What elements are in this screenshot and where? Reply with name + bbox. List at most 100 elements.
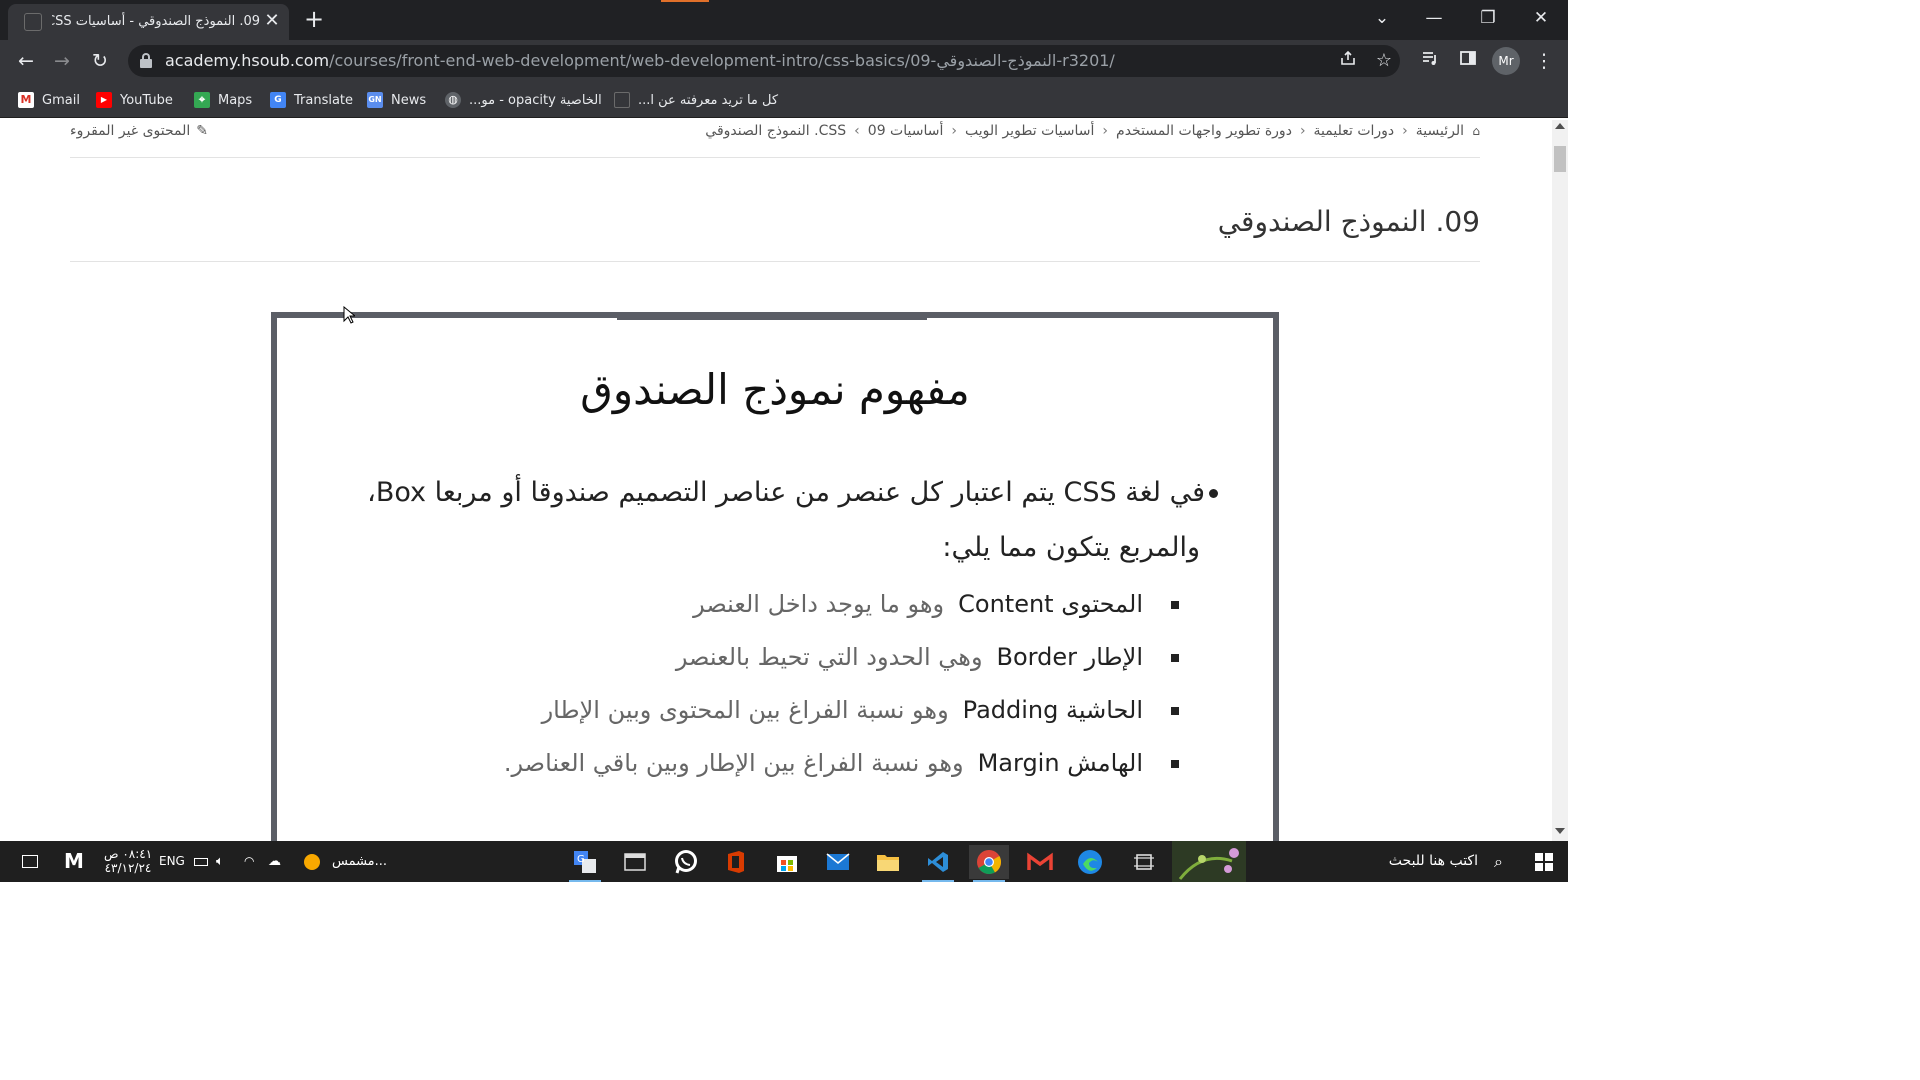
terminal-icon[interactable] xyxy=(615,845,655,879)
close-window-button[interactable]: ✕ xyxy=(1521,4,1561,32)
address-bar[interactable]: academy.hsoub.com/courses/front-end-web-… xyxy=(128,45,1400,77)
browser-toolbar: ← → ↻ academy.hsoub.com/courses/front-en… xyxy=(0,40,1568,82)
search-highlight-image[interactable] xyxy=(1172,841,1246,882)
breadcrumb-web-basics[interactable]: أساسيات تطوير الويب xyxy=(965,123,1094,139)
share-icon[interactable] xyxy=(1336,49,1360,73)
bullet-dot xyxy=(1209,489,1218,498)
tab-strip-indicator xyxy=(661,0,709,2)
forward-button[interactable]: → xyxy=(48,47,76,75)
maps-icon: ⌖ xyxy=(194,92,210,108)
battery-icon[interactable] xyxy=(194,841,208,882)
breadcrumb: ⌂ الرئيسية ‹ دورات تعليمية ‹ دورة تطوير واجها… xyxy=(660,120,1480,142)
list-item-term: الهامش Margin xyxy=(977,749,1143,777)
bookmark-youtube[interactable]: ▶ YouTube xyxy=(96,88,173,112)
bookmark-label: كل ما تريد معرفته عن ا... xyxy=(638,92,779,108)
svg-text:G: G xyxy=(577,854,585,865)
list-square-marker xyxy=(1171,654,1179,662)
bookmark-gmail[interactable]: M Gmail xyxy=(18,88,80,112)
gmail-icon: M xyxy=(18,92,34,108)
volume-icon[interactable]: 🔈︎ xyxy=(216,841,224,882)
bookmark-label: الخاصية opacity - مو... xyxy=(469,92,602,108)
youtube-icon: ▶ xyxy=(96,92,112,108)
tab-favicon-icon xyxy=(24,13,42,31)
active-tab[interactable]: 09. النموذج الصندوقي - أساسيات CSS ✕ xyxy=(8,4,289,40)
bookmark-translate[interactable]: G Translate xyxy=(270,88,353,112)
chrome-menu-icon[interactable]: ⋮ xyxy=(1530,47,1558,75)
scroll-up-arrow-icon[interactable] xyxy=(1555,123,1565,129)
mw-app-icon[interactable]: M xyxy=(64,841,84,882)
minimize-button[interactable]: — xyxy=(1414,4,1454,32)
new-tab-button[interactable]: + xyxy=(302,6,326,32)
page-icon xyxy=(614,92,630,108)
search-placeholder: اكتب هنا للبحث xyxy=(1388,853,1478,869)
file-explorer-icon[interactable] xyxy=(868,845,908,879)
magic-wand-icon: ✎ xyxy=(196,123,209,139)
store-icon[interactable] xyxy=(767,845,807,879)
home-icon: ⌂ xyxy=(1472,124,1480,138)
bookmark-opacity[interactable]: ◍ الخاصية opacity - مو... xyxy=(445,88,602,112)
office-icon[interactable] xyxy=(716,845,756,879)
bookmark-label: Translate xyxy=(294,92,354,108)
reload-button[interactable]: ↻ xyxy=(86,47,114,75)
weather-label[interactable]: مشمس... xyxy=(332,841,387,882)
list-item: الحاشية Padding وهو نسبة الفراغ بين المحت… xyxy=(542,692,1143,728)
breadcrumb-home[interactable]: الرئيسية xyxy=(1416,123,1464,139)
clock-time: ٠٨:٤١ ص xyxy=(104,847,153,861)
breadcrumb-courses[interactable]: دورات تعليمية xyxy=(1314,123,1395,139)
back-button[interactable]: ← xyxy=(12,47,40,75)
url-text[interactable]: academy.hsoub.com/courses/front-end-web-… xyxy=(165,50,1115,72)
list-item-desc: وهو نسبة الفراغ بين الإطار وبين باقي الع… xyxy=(503,749,964,777)
breadcrumb-divider xyxy=(70,157,1480,158)
clock[interactable]: ٠٨:٤١ ص ٤٣/١٢/٢٤ xyxy=(104,841,152,882)
breadcrumb-frontend-course[interactable]: دورة تطوير واجهات المستخدم xyxy=(1116,123,1292,139)
edge-icon[interactable] xyxy=(1070,845,1110,879)
bookmark-label: YouTube xyxy=(120,92,173,108)
tab-close-icon[interactable]: ✕ xyxy=(261,10,283,32)
breadcrumb-separator: ‹ xyxy=(1299,123,1306,139)
taskbar-search-box[interactable]: ⌕ اكتب هنا للبحث xyxy=(1268,841,1518,882)
profile-avatar[interactable]: Mr xyxy=(1492,47,1520,75)
scrollbar-thumb[interactable] xyxy=(1554,146,1566,172)
search-icon: ⌕ xyxy=(1494,852,1503,871)
side-panel-icon[interactable] xyxy=(1454,47,1482,75)
snipping-tool-icon[interactable] xyxy=(1124,845,1164,879)
wifi-icon[interactable]: ◠ xyxy=(244,841,254,882)
bookmark-star-icon[interactable]: ☆ xyxy=(1372,49,1396,73)
vscode-icon[interactable] xyxy=(918,845,958,882)
lock-icon[interactable] xyxy=(140,53,152,68)
media-control-icon[interactable] xyxy=(1416,47,1444,75)
restore-button[interactable]: ❐ xyxy=(1468,4,1508,32)
mouse-cursor-icon xyxy=(343,306,355,324)
windows-logo-icon xyxy=(1535,853,1553,871)
language-indicator[interactable]: ENG xyxy=(159,841,185,882)
list-square-marker xyxy=(1171,707,1179,715)
gmail-app-icon[interactable] xyxy=(1020,845,1060,879)
bookmark-maps[interactable]: ⌖ Maps xyxy=(194,88,252,112)
weather-sun-icon[interactable] xyxy=(304,841,320,882)
list-item-desc: وهو نسبة الفراغ بين المحتوى وبين الإطار xyxy=(541,696,949,724)
flowers-icon xyxy=(1178,848,1239,880)
breadcrumb-separator: ‹ xyxy=(951,123,957,139)
page-scrollbar[interactable] xyxy=(1552,120,1568,841)
bookmarks-bar: M Gmail ▶ YouTube ⌖ Maps G Translate GN … xyxy=(0,82,1568,118)
tab-search-icon[interactable]: ⌄ xyxy=(1362,4,1402,32)
bookmark-know-all[interactable]: كل ما تريد معرفته عن ا... xyxy=(614,88,778,112)
scroll-down-arrow-icon[interactable] xyxy=(1555,828,1565,834)
start-button[interactable] xyxy=(1520,841,1568,882)
bookmark-news[interactable]: GN News xyxy=(367,88,426,112)
bookmark-label: News xyxy=(391,92,427,108)
whatsapp-icon[interactable] xyxy=(666,845,706,879)
translate-app-icon[interactable]: G xyxy=(565,845,605,882)
onedrive-cloud-icon[interactable]: ☁ xyxy=(268,841,281,882)
windows-taskbar: ⌕ اكتب هنا للبحث G مشمس... ☁ ◠ 🔈︎ ENG ٠٨… xyxy=(0,841,1568,882)
bookmark-label: Maps xyxy=(218,92,253,108)
bookmark-label: Gmail xyxy=(42,92,80,108)
page-viewport: ⌂ الرئيسية ‹ دورات تعليمية ‹ دورة تطوير واجها… xyxy=(0,120,1552,841)
url-path: /courses/front-end-web-development/web-d… xyxy=(329,51,1115,70)
chrome-icon[interactable] xyxy=(969,845,1009,882)
list-item-term: المحتوى Content xyxy=(958,590,1143,618)
list-item: الإطار Border وهي الحدود التي تحيط بالعنص… xyxy=(676,639,1143,675)
mail-icon[interactable] xyxy=(818,845,858,879)
notification-icon[interactable] xyxy=(22,841,38,882)
unread-content-link[interactable]: ✎ المحتوى غير المقروء xyxy=(70,120,220,142)
